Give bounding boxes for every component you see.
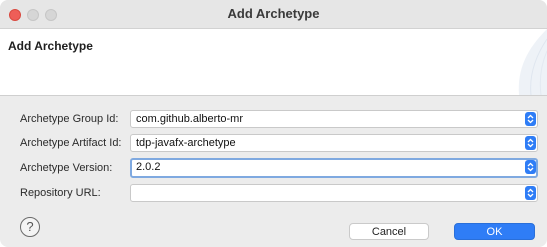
artifact-id-value: tdp-javafx-archetype bbox=[136, 137, 236, 149]
artifact-id-label: Archetype Artifact Id: bbox=[20, 137, 122, 149]
chevron-updown-icon bbox=[527, 114, 534, 124]
add-archetype-dialog: Add Archetype Add Archetype Archetype Gr… bbox=[0, 0, 547, 247]
artifact-id-row: Archetype Artifact Id: tdp-javafx-archet… bbox=[0, 134, 547, 154]
ok-button[interactable]: OK bbox=[454, 223, 535, 240]
version-dropdown-button[interactable] bbox=[525, 160, 536, 174]
repository-url-row: Repository URL: bbox=[0, 184, 547, 204]
repository-url-label: Repository URL: bbox=[20, 187, 101, 199]
header-banner: Add Archetype bbox=[0, 29, 547, 96]
help-button[interactable]: ? bbox=[20, 217, 40, 237]
banner-decoration-icon bbox=[518, 29, 547, 95]
version-label: Archetype Version: bbox=[20, 162, 113, 174]
repository-url-combobox[interactable] bbox=[130, 184, 538, 202]
group-id-combobox[interactable]: com.github.alberto-mr bbox=[130, 110, 538, 128]
title-bar: Add Archetype bbox=[0, 0, 547, 29]
group-id-value: com.github.alberto-mr bbox=[136, 113, 243, 125]
chevron-updown-icon bbox=[527, 162, 534, 172]
group-id-dropdown-button[interactable] bbox=[525, 112, 536, 126]
chevron-updown-icon bbox=[527, 188, 534, 198]
group-id-label: Archetype Group Id: bbox=[20, 113, 119, 125]
repository-url-dropdown-button[interactable] bbox=[525, 186, 536, 200]
window-title: Add Archetype bbox=[227, 6, 320, 21]
banner-title: Add Archetype bbox=[8, 39, 93, 53]
group-id-row: Archetype Group Id: com.github.alberto-m… bbox=[0, 110, 547, 130]
artifact-id-dropdown-button[interactable] bbox=[525, 136, 536, 150]
cancel-button[interactable]: Cancel bbox=[349, 223, 429, 240]
help-icon: ? bbox=[26, 219, 34, 234]
version-value: 2.0.2 bbox=[136, 161, 161, 173]
version-combobox[interactable]: 2.0.2 bbox=[130, 158, 538, 178]
artifact-id-combobox[interactable]: tdp-javafx-archetype bbox=[130, 134, 538, 152]
version-row: Archetype Version: 2.0.2 bbox=[0, 158, 547, 179]
chevron-updown-icon bbox=[527, 138, 534, 148]
